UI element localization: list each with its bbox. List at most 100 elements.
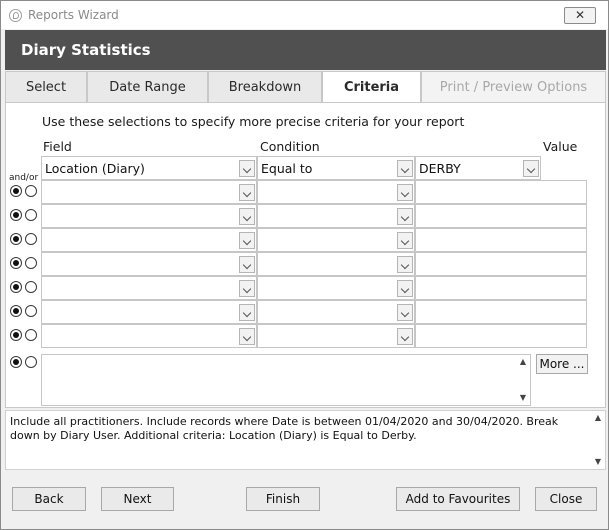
value-input[interactable] bbox=[415, 276, 587, 300]
condition-select-value: Equal to bbox=[261, 161, 313, 176]
field-select[interactable] bbox=[41, 204, 257, 228]
criteria-row bbox=[6, 276, 607, 300]
condition-select[interactable] bbox=[257, 276, 415, 300]
chevron-down-icon[interactable] bbox=[397, 304, 413, 321]
criteria-panel: Use these selections to specify more pre… bbox=[5, 102, 606, 408]
condition-select[interactable] bbox=[257, 324, 415, 348]
and-radio[interactable] bbox=[10, 209, 22, 221]
chevron-down-icon[interactable] bbox=[397, 160, 413, 177]
summary-box[interactable]: Include all practitioners. Include recor… bbox=[5, 410, 606, 470]
value-input[interactable] bbox=[415, 300, 587, 324]
chevron-down-icon[interactable] bbox=[239, 256, 255, 273]
add-to-favourites-button[interactable]: Add to Favourites bbox=[396, 487, 520, 511]
criteria-row bbox=[6, 228, 607, 252]
and-radio[interactable] bbox=[10, 257, 22, 269]
chevron-down-icon[interactable] bbox=[239, 208, 255, 225]
chevron-down-icon[interactable] bbox=[239, 304, 255, 321]
field-select[interactable] bbox=[41, 324, 257, 348]
chevron-down-icon[interactable] bbox=[397, 232, 413, 249]
scroll-down-icon[interactable]: ▼ bbox=[593, 458, 603, 466]
chevron-down-icon[interactable] bbox=[239, 328, 255, 345]
field-select[interactable] bbox=[41, 180, 257, 204]
chevron-down-icon[interactable] bbox=[397, 256, 413, 273]
value-input[interactable] bbox=[415, 324, 587, 348]
summary-text: Include all practitioners. Include recor… bbox=[10, 415, 559, 442]
criteria-row: Location (Diary) Equal to DERBY bbox=[6, 156, 607, 180]
more-button[interactable]: More ... bbox=[536, 354, 588, 374]
tab-date-range[interactable]: Date Range bbox=[87, 71, 208, 102]
value-select-value: DERBY bbox=[419, 161, 461, 176]
free-text-criteria-input[interactable]: ▲ ▼ bbox=[41, 354, 531, 406]
condition-select[interactable]: Equal to bbox=[257, 156, 415, 180]
chevron-down-icon[interactable] bbox=[397, 328, 413, 345]
scroll-up-icon[interactable]: ▲ bbox=[518, 358, 528, 366]
finish-button[interactable]: Finish bbox=[246, 487, 320, 511]
chevron-down-icon[interactable] bbox=[239, 160, 255, 177]
chevron-down-icon[interactable] bbox=[397, 280, 413, 297]
value-input[interactable] bbox=[415, 204, 587, 228]
and-radio[interactable] bbox=[10, 233, 22, 245]
next-button[interactable]: Next bbox=[101, 487, 174, 511]
field-select-value: Location (Diary) bbox=[45, 161, 145, 176]
tab-criteria[interactable]: Criteria bbox=[322, 71, 421, 103]
condition-select[interactable] bbox=[257, 228, 415, 252]
tab-breakdown[interactable]: Breakdown bbox=[208, 71, 322, 102]
condition-select[interactable] bbox=[257, 204, 415, 228]
field-select[interactable] bbox=[41, 276, 257, 300]
condition-column-header: Condition bbox=[260, 139, 320, 154]
value-input[interactable] bbox=[415, 252, 587, 276]
or-radio[interactable] bbox=[25, 209, 37, 221]
page-title: Diary Statistics bbox=[21, 41, 151, 59]
chevron-down-icon[interactable] bbox=[239, 232, 255, 249]
field-select[interactable]: Location (Diary) bbox=[41, 156, 257, 180]
condition-select[interactable] bbox=[257, 252, 415, 276]
or-radio[interactable] bbox=[25, 281, 37, 293]
window-close-button[interactable]: ✕ bbox=[564, 7, 596, 24]
and-radio[interactable] bbox=[10, 305, 22, 317]
and-radio[interactable] bbox=[10, 356, 22, 368]
reports-wizard-window: Reports Wizard ✕ Diary Statistics Select… bbox=[0, 0, 609, 530]
value-column-header: Value bbox=[543, 139, 578, 154]
and-radio[interactable] bbox=[10, 329, 22, 341]
chevron-down-icon[interactable] bbox=[239, 280, 255, 297]
header-band: Diary Statistics bbox=[5, 30, 606, 70]
criteria-row bbox=[6, 180, 607, 204]
title-bar: Reports Wizard ✕ bbox=[1, 1, 608, 29]
wizard-tabs: Select Date Range Breakdown Criteria Pri… bbox=[5, 71, 606, 103]
and-radio[interactable] bbox=[10, 281, 22, 293]
app-logo-icon bbox=[9, 9, 22, 22]
value-select[interactable]: DERBY bbox=[415, 156, 541, 180]
value-input[interactable] bbox=[415, 180, 587, 204]
or-radio[interactable] bbox=[25, 356, 37, 368]
criteria-row bbox=[6, 252, 607, 276]
and-radio[interactable] bbox=[10, 185, 22, 197]
or-radio[interactable] bbox=[25, 257, 37, 269]
scroll-up-icon[interactable]: ▲ bbox=[593, 414, 603, 422]
tab-print-preview-options: Print / Preview Options bbox=[421, 71, 606, 102]
chevron-down-icon[interactable] bbox=[523, 160, 539, 177]
or-radio[interactable] bbox=[25, 329, 37, 341]
scroll-down-icon[interactable]: ▼ bbox=[518, 394, 528, 402]
criteria-row bbox=[6, 300, 607, 324]
field-select[interactable] bbox=[41, 300, 257, 324]
field-column-header: Field bbox=[43, 139, 72, 154]
back-button[interactable]: Back bbox=[12, 487, 86, 511]
criteria-row bbox=[6, 204, 607, 228]
textbox-scrollbar[interactable]: ▲ ▼ bbox=[516, 355, 530, 405]
or-radio[interactable] bbox=[25, 305, 37, 317]
close-button[interactable]: Close bbox=[535, 487, 597, 511]
chevron-down-icon[interactable] bbox=[239, 184, 255, 201]
value-input[interactable] bbox=[415, 228, 587, 252]
condition-select[interactable] bbox=[257, 180, 415, 204]
or-radio[interactable] bbox=[25, 233, 37, 245]
or-radio[interactable] bbox=[25, 185, 37, 197]
window-title: Reports Wizard bbox=[28, 8, 119, 22]
chevron-down-icon[interactable] bbox=[397, 184, 413, 201]
chevron-down-icon[interactable] bbox=[397, 208, 413, 225]
condition-select[interactable] bbox=[257, 300, 415, 324]
summary-scrollbar[interactable]: ▲ ▼ bbox=[591, 411, 605, 469]
tab-select[interactable]: Select bbox=[5, 71, 87, 102]
instructions-text: Use these selections to specify more pre… bbox=[42, 114, 465, 129]
field-select[interactable] bbox=[41, 252, 257, 276]
field-select[interactable] bbox=[41, 228, 257, 252]
